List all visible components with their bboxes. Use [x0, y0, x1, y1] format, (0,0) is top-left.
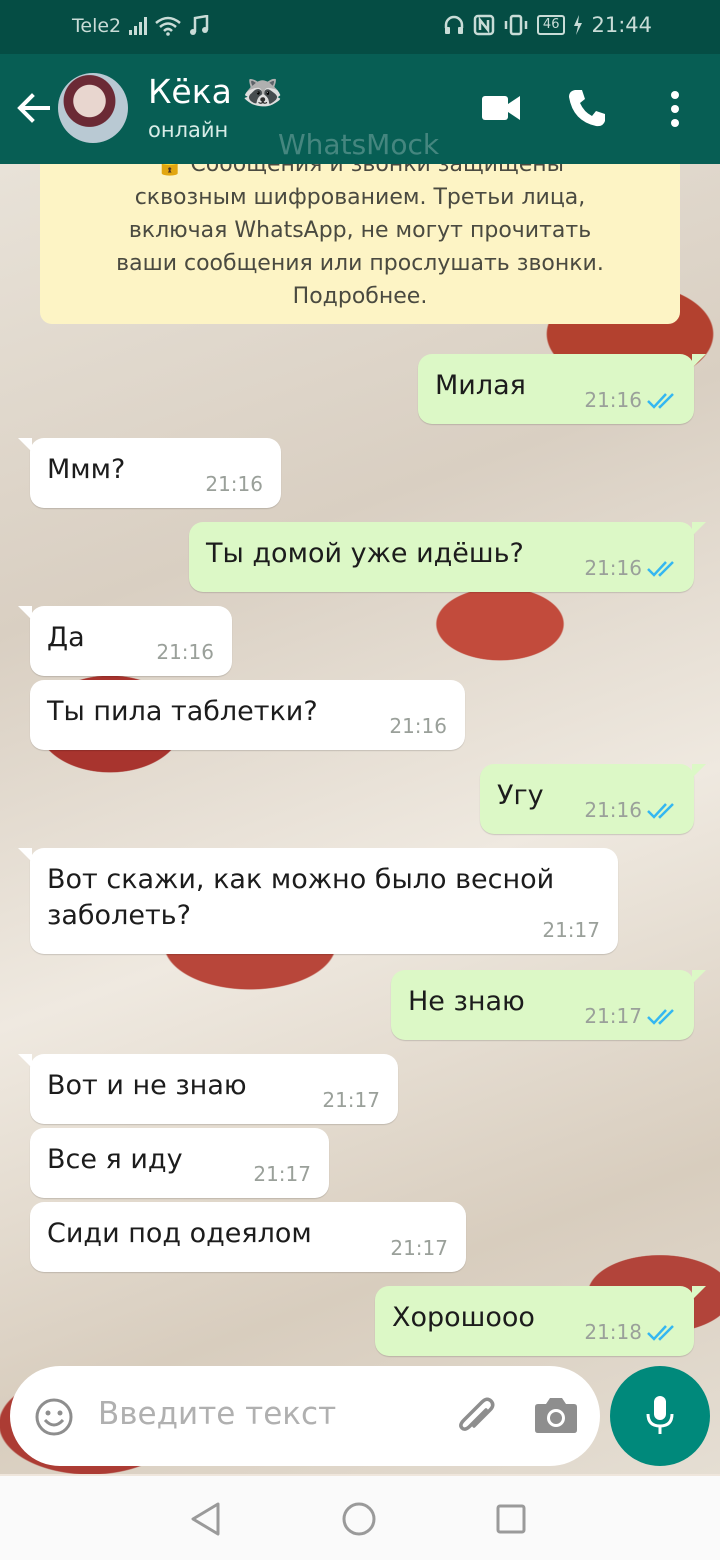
carrier-label: Tele2: [72, 15, 122, 37]
contact-status: онлайн: [148, 118, 229, 142]
more-vert-icon[interactable]: [668, 90, 682, 128]
emoji-icon[interactable]: [34, 1397, 74, 1437]
encryption-notice[interactable]: 🔒 Сообщения и звонки защищены сквозным ш…: [40, 164, 680, 324]
charging-icon: [574, 15, 583, 35]
message-time: 21:16: [156, 640, 214, 664]
message-time: 21:17: [542, 918, 600, 942]
headphones-icon: [444, 15, 464, 34]
chat-area[interactable]: 🔒 Сообщения и звонки защищены сквозным ш…: [0, 164, 720, 1474]
outgoing-message[interactable]: Ты домой уже идёшь? 21:16: [189, 522, 706, 592]
status-bar: Tele2 46 21:44: [0, 0, 720, 54]
message-input[interactable]: Введите текст: [98, 1396, 336, 1432]
mic-button[interactable]: [610, 1366, 710, 1466]
chat-header: Кёка 🦝 онлайн WhatsMock: [0, 54, 720, 164]
message-time: 21:17: [322, 1088, 380, 1112]
bubble-tail: [692, 970, 706, 984]
incoming-message[interactable]: Сиди под одеялом 21:17: [30, 1202, 466, 1272]
message-text: Ты домой уже идёшь?: [206, 538, 524, 569]
message-time: 21:17: [253, 1162, 311, 1186]
outgoing-message[interactable]: Не знаю 21:17: [391, 970, 706, 1040]
message-time: 21:17: [390, 1236, 448, 1260]
music-icon: [190, 15, 209, 35]
contact-name[interactable]: Кёка 🦝: [148, 72, 283, 112]
status-right: 46 21:44: [443, 13, 652, 37]
encryption-text: 🔒 Сообщения и звонки защищены сквозным ш…: [116, 164, 604, 309]
bubble-tail: [18, 1054, 32, 1068]
nfc-icon: [473, 14, 495, 36]
incoming-message[interactable]: Да 21:16: [18, 606, 232, 676]
bubble-tail: [18, 606, 32, 620]
message-time: 21:18: [584, 1320, 642, 1344]
incoming-message[interactable]: Вот скажи, как можно было весной заболет…: [18, 848, 618, 954]
read-ticks-icon: [647, 803, 674, 819]
status-left: Tele2: [72, 15, 209, 37]
phone-icon[interactable]: [568, 88, 606, 128]
vibrate-icon: [504, 14, 528, 36]
message-text: Милая: [435, 370, 526, 401]
message-text: Не знаю: [408, 986, 525, 1017]
bubble-tail: [18, 848, 32, 862]
wifi-icon: [155, 16, 181, 36]
message-text: Вот и не знаю: [47, 1070, 247, 1101]
incoming-message[interactable]: Вот и не знаю 21:17: [18, 1054, 398, 1124]
message-text: Угу: [497, 780, 544, 811]
bubble-tail: [692, 522, 706, 536]
read-ticks-icon: [647, 1325, 674, 1341]
nav-home-icon[interactable]: [342, 1502, 376, 1536]
camera-icon[interactable]: [534, 1396, 578, 1434]
message-time: 21:17: [584, 1004, 642, 1028]
message-time: 21:16: [584, 388, 642, 412]
video-call-icon[interactable]: [482, 94, 520, 122]
message-text: Хорошооо: [392, 1302, 535, 1333]
battery-icon: 46: [536, 15, 566, 35]
message-time: 21:16: [584, 798, 642, 822]
signal-icon: [129, 17, 148, 35]
incoming-message[interactable]: Все я иду 21:17: [30, 1128, 329, 1198]
message-text: Ммм?: [47, 454, 126, 485]
outgoing-message[interactable]: Милая 21:16: [418, 354, 706, 424]
message-text: Вот скажи, как можно было весной заболет…: [47, 864, 555, 931]
message-time: 21:16: [389, 714, 447, 738]
outgoing-message[interactable]: Хорошооо 21:18: [375, 1286, 706, 1356]
message-text: Сиди под одеялом: [47, 1218, 312, 1249]
mic-icon: [646, 1396, 674, 1434]
attach-icon[interactable]: [456, 1396, 500, 1440]
bubble-tail: [692, 354, 706, 368]
bubble-tail: [692, 764, 706, 778]
read-ticks-icon: [647, 561, 674, 577]
message-input-bar[interactable]: Введите текст: [10, 1366, 600, 1466]
avatar[interactable]: [58, 73, 128, 143]
message-time: 21:16: [584, 556, 642, 580]
bubble-tail: [692, 1286, 706, 1300]
incoming-message[interactable]: Ммм? 21:16: [18, 438, 281, 508]
message-text: Ты пила таблетки?: [47, 696, 318, 727]
message-text: Да: [47, 622, 85, 653]
clock: 21:44: [591, 13, 652, 37]
bubble-tail: [18, 438, 32, 452]
read-ticks-icon: [647, 1009, 674, 1025]
nav-back-icon[interactable]: [190, 1502, 222, 1536]
incoming-message[interactable]: Ты пила таблетки? 21:16: [30, 680, 465, 750]
read-ticks-icon: [647, 393, 674, 409]
message-text: Все я иду: [47, 1144, 183, 1175]
system-nav-bar: [0, 1476, 720, 1560]
outgoing-message[interactable]: Угу 21:16: [480, 764, 706, 834]
watermark: WhatsMock: [278, 128, 440, 161]
nav-recents-icon[interactable]: [496, 1504, 526, 1534]
message-time: 21:16: [205, 472, 263, 496]
back-arrow-icon[interactable]: [14, 88, 54, 128]
